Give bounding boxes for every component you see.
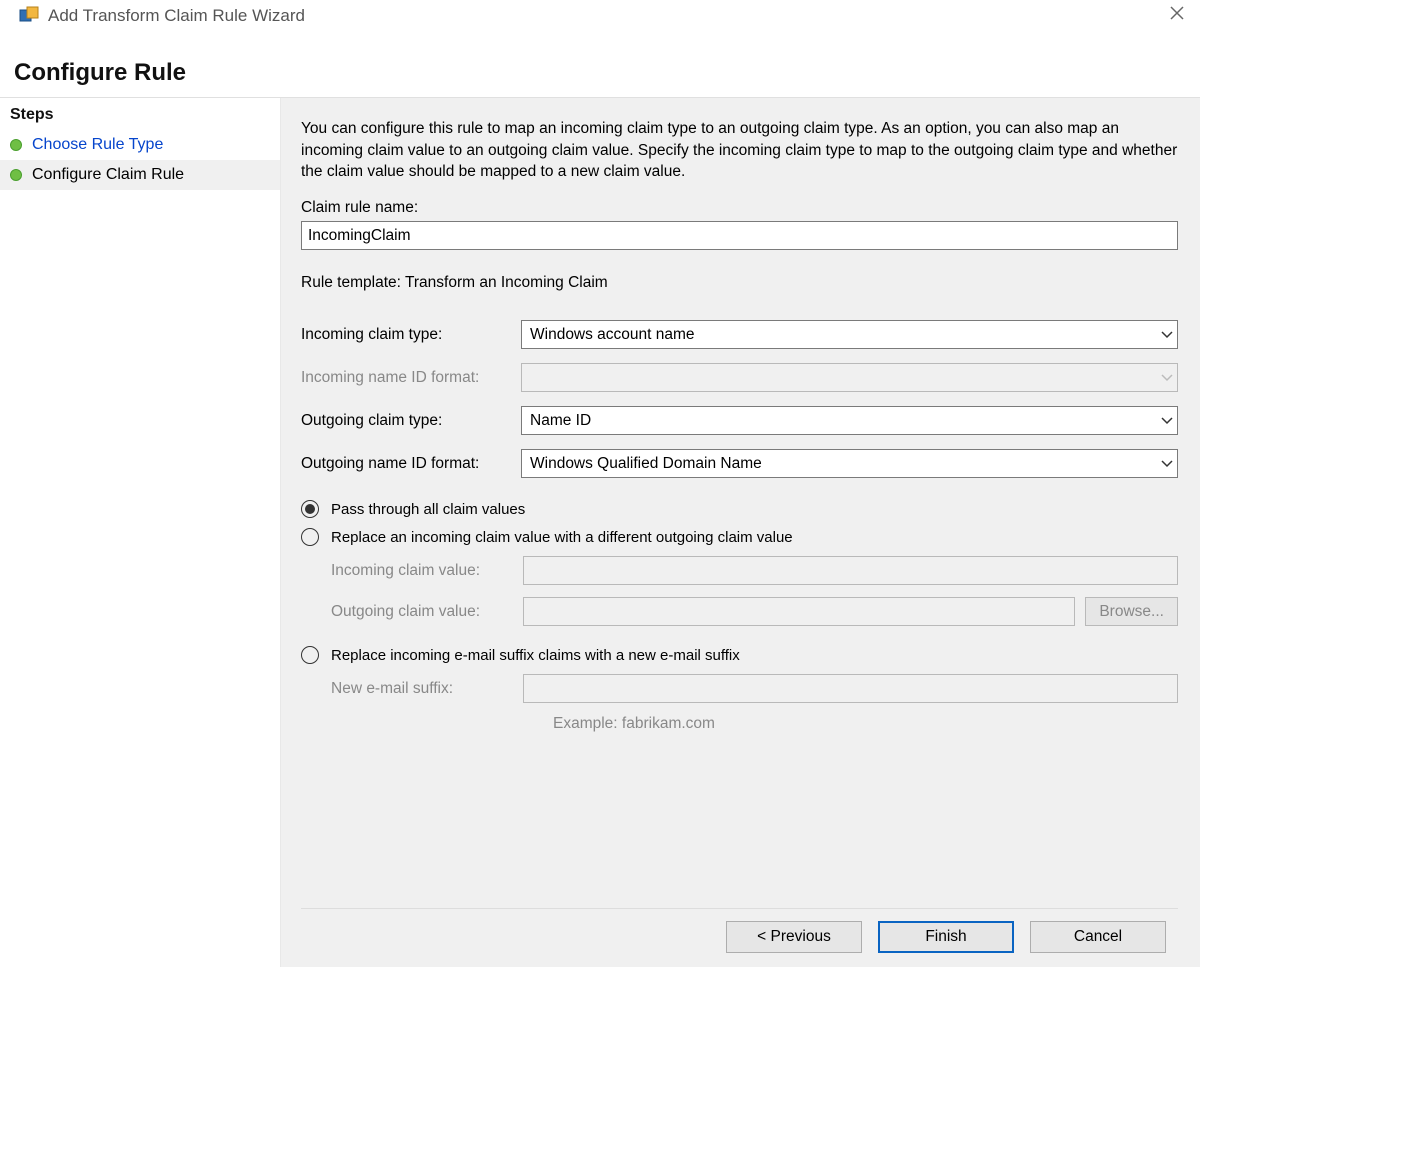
select-value: Windows Qualified Domain Name [530,455,762,473]
chevron-down-icon [1161,328,1173,342]
cancel-button[interactable]: Cancel [1030,921,1166,953]
radio-icon [301,528,319,546]
description-text: You can configure this rule to map an in… [301,118,1178,183]
outgoing-claim-type-label: Outgoing claim type: [301,412,521,430]
steps-sidebar: Steps Choose Rule Type Configure Claim R… [0,98,281,967]
rule-template-text: Rule template: Transform an Incoming Cla… [301,274,1178,292]
titlebar: Add Transform Claim Rule Wizard [0,0,1200,33]
new-email-suffix-input [523,674,1178,703]
step-label: Configure Claim Rule [32,166,184,184]
content-panel: You can configure this rule to map an in… [281,98,1200,967]
chevron-down-icon [1161,457,1173,471]
incoming-claim-value-label: Incoming claim value: [331,562,523,580]
select-value: Name ID [530,412,591,430]
outgoing-nameid-format-label: Outgoing name ID format: [301,455,521,473]
radio-label: Replace an incoming claim value with a d… [331,529,793,546]
incoming-claim-value-input [523,556,1178,585]
button-bar: < Previous Finish Cancel [301,908,1178,967]
close-icon[interactable] [1162,4,1192,27]
claim-rule-name-label: Claim rule name: [301,199,1178,217]
step-choose-rule-type[interactable]: Choose Rule Type [0,130,280,160]
steps-heading: Steps [0,104,280,130]
step-done-icon [10,169,22,181]
radio-icon [301,500,319,518]
outgoing-nameid-format-select[interactable]: Windows Qualified Domain Name [521,449,1178,478]
window-title: Add Transform Claim Rule Wizard [48,6,1162,26]
outgoing-claim-value-label: Outgoing claim value: [331,603,523,621]
example-text: Example: fabrikam.com [553,715,1178,733]
app-icon [18,5,40,27]
chevron-down-icon [1161,371,1173,385]
radio-icon [301,646,319,664]
radio-replace-suffix[interactable]: Replace incoming e-mail suffix claims wi… [301,646,1178,664]
select-value: Windows account name [530,326,695,344]
chevron-down-icon [1161,414,1173,428]
incoming-claim-type-label: Incoming claim type: [301,326,521,344]
incoming-claim-type-select[interactable]: Windows account name [521,320,1178,349]
page-title: Configure Rule [0,33,1200,97]
step-label: Choose Rule Type [32,136,163,154]
step-configure-claim-rule[interactable]: Configure Claim Rule [0,160,280,190]
browse-button: Browse... [1085,597,1178,626]
finish-button[interactable]: Finish [878,921,1014,953]
incoming-nameid-format-select [521,363,1178,392]
radio-pass-through[interactable]: Pass through all claim values [301,500,1178,518]
radio-label: Replace incoming e-mail suffix claims wi… [331,647,740,664]
outgoing-claim-value-input [523,597,1075,626]
radio-label: Pass through all claim values [331,501,525,518]
outgoing-claim-type-select[interactable]: Name ID [521,406,1178,435]
previous-button[interactable]: < Previous [726,921,862,953]
incoming-nameid-format-label: Incoming name ID format: [301,369,521,387]
radio-replace-value[interactable]: Replace an incoming claim value with a d… [301,528,1178,546]
new-email-suffix-label: New e-mail suffix: [331,680,523,698]
claim-rule-name-input[interactable] [301,221,1178,250]
step-done-icon [10,139,22,151]
